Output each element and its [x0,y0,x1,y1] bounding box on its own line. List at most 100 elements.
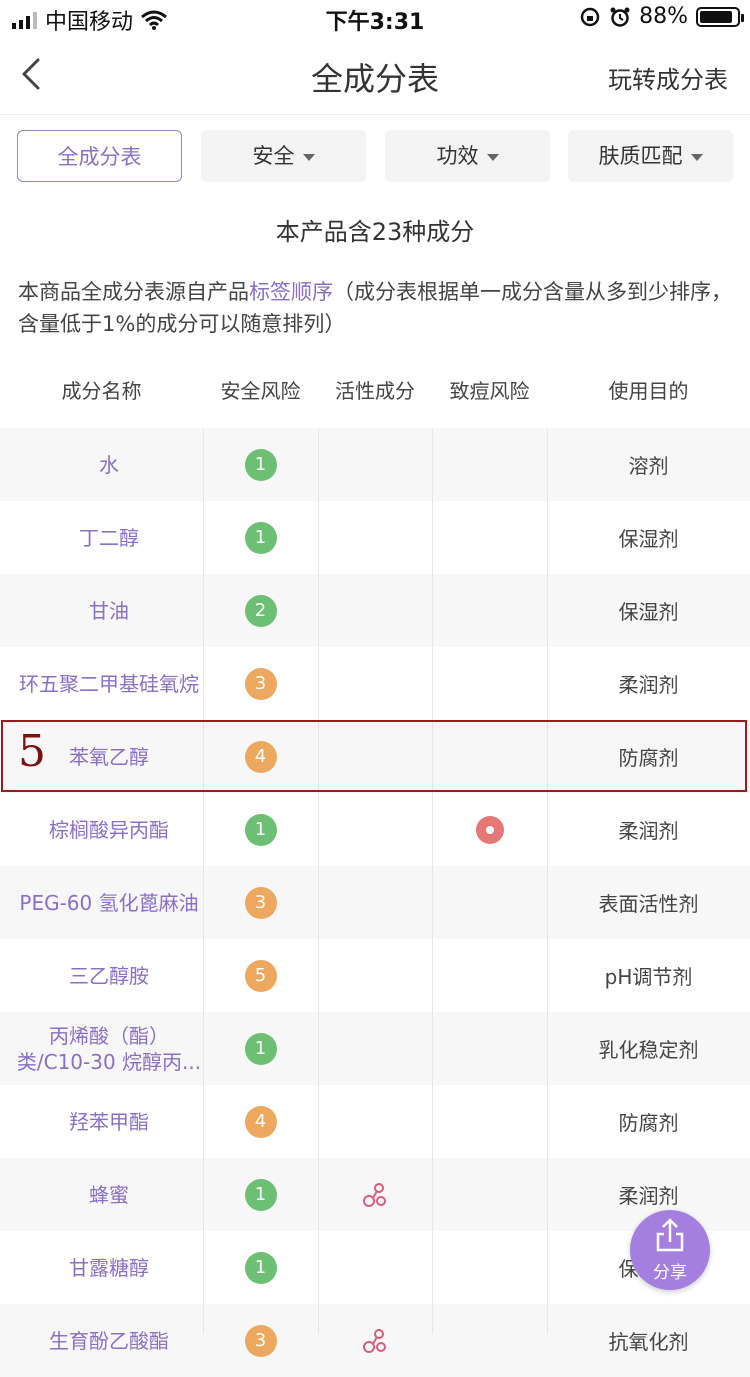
column-divider [318,428,319,1334]
safety-score-badge: 5 [244,959,277,992]
ingredient-name[interactable]: 环五聚二甲基硅氧烷 [0,647,218,720]
header-purpose: 使用目的 [608,379,689,403]
safety-cell: 3 [203,866,318,939]
safety-cell: 3 [203,1304,318,1377]
ingredient-name[interactable]: 甘油 [0,574,218,647]
status-bar: 中国移动 下午3:31 88% [0,0,750,36]
share-button[interactable]: 分享 [630,1210,710,1290]
safety-score-badge: 3 [244,667,277,700]
guide-link[interactable]: 玩转成分表 [608,60,728,95]
active-cell [318,574,432,647]
active-cell [318,1012,432,1085]
dropdown-efficacy[interactable]: 功效 [385,130,550,182]
battery-percent: 88% [639,4,688,29]
purpose-cell: 防腐剂 [618,1111,679,1135]
table-header: 成分名称 安全风险 活性成分 致痘风险 使用目的 [0,358,750,424]
header-safety: 安全风险 [220,379,301,403]
active-cell [318,647,432,720]
table-row[interactable]: 棕榈酸异丙酯 1 柔润剂 [0,793,750,866]
dropdown-safety[interactable]: 安全 [201,130,366,182]
table-row[interactable]: 苯氧乙醇 4 防腐剂 [0,720,750,793]
table-row[interactable]: 生育酚乙酸酯 3 抗氧化剂 [0,1304,750,1377]
active-cell [318,866,432,939]
dropdown-skin-type[interactable]: 肤质匹配 [568,130,733,182]
caret-down-icon [486,153,499,161]
active-cell [318,501,432,574]
safety-score-badge: 1 [244,448,277,481]
table-row[interactable]: PEG-60 氢化蓖麻油 3 表面活性剂 [0,866,750,939]
ingredient-name[interactable]: 生育酚乙酸酯 [0,1304,218,1377]
acne-cell [432,793,547,866]
active-cell [318,1304,432,1377]
purpose-cell: 乳化稳定剂 [598,1038,699,1062]
safety-cell: 1 [203,501,318,574]
acne-cell [432,1231,547,1304]
acne-cell [432,647,547,720]
safety-score-badge: 3 [244,1324,277,1357]
safety-score-badge: 3 [244,886,277,919]
purpose-cell: 溶剂 [628,454,669,478]
active-cell [318,939,432,1012]
acne-cell [432,866,547,939]
share-label: 分享 [653,1263,687,1283]
battery-fill [700,10,732,23]
safety-cell: 1 [203,1158,318,1231]
ingredient-name[interactable]: PEG-60 氢化蓖麻油 [0,866,218,939]
header-name: 成分名称 [61,379,142,403]
safety-cell: 4 [203,720,318,793]
tab-full-list-label: 全成分表 [57,145,142,169]
source-note: 本商品全成分表源自产品标签顺序（成分表根据单一成分含量从多到少排序，含量低于1%… [18,276,732,340]
highlight-index: 5 [18,726,46,777]
column-divider [432,428,433,1334]
rotation-lock-icon [580,7,600,26]
safety-score-badge: 4 [244,1105,277,1138]
table-row[interactable]: 羟苯甲酯 4 防腐剂 [0,1085,750,1158]
ingredient-name[interactable]: 甘露糖醇 [0,1231,218,1304]
active-ingredient-icon [363,1328,386,1353]
table-row[interactable]: 甘油 2 保湿剂 [0,574,750,647]
share-icon [656,1218,684,1252]
acne-cell [432,1158,547,1231]
active-cell [318,1085,432,1158]
acne-cell [432,574,547,647]
safety-score-badge: 1 [244,1251,277,1284]
dropdown-skin-type-label: 肤质匹配 [598,144,683,168]
purpose-cell: 保湿剂 [618,600,679,624]
tab-full-list[interactable]: 全成分表 [17,130,182,182]
dropdown-efficacy-label: 功效 [436,144,479,168]
ingredient-name[interactable]: 丙烯酸（酯）类/C10-30 烷醇丙... [0,1012,218,1085]
filter-bar: 全成分表 安全 功效 肤质匹配 [0,130,750,184]
table-row[interactable]: 环五聚二甲基硅氧烷 3 柔润剂 [0,647,750,720]
acne-cell [432,939,547,1012]
active-cell [318,428,432,501]
column-divider [203,428,204,1334]
header-active: 活性成分 [335,379,415,403]
dropdown-safety-label: 安全 [252,144,295,168]
label-order-link[interactable]: 标签顺序 [249,280,333,304]
note-prefix: 本商品全成分表源自产品 [18,280,249,304]
safety-cell: 1 [203,793,318,866]
table-row[interactable]: 水 1 溶剂 [0,428,750,501]
table-row[interactable]: 丁二醇 1 保湿剂 [0,501,750,574]
ingredient-name[interactable]: 羟苯甲酯 [0,1085,218,1158]
safety-cell: 3 [203,647,318,720]
purpose-cell: 柔润剂 [618,819,679,843]
active-cell [318,720,432,793]
purpose-cell: 防腐剂 [618,746,679,770]
ingredient-name[interactable]: 丁二醇 [0,501,218,574]
purpose-cell: pH调节剂 [604,965,693,989]
ingredient-name[interactable]: 蜂蜜 [0,1158,218,1231]
ingredient-name[interactable]: 水 [0,428,218,501]
ingredient-name[interactable]: 三乙醇胺 [0,939,218,1012]
table-row[interactable]: 丙烯酸（酯）类/C10-30 烷醇丙... 1 乳化稳定剂 [0,1012,750,1085]
table-row[interactable]: 三乙醇胺 5 pH调节剂 [0,939,750,1012]
ingredient-name[interactable]: 棕榈酸异丙酯 [0,793,218,866]
acne-cell [432,501,547,574]
acne-cell [432,1085,547,1158]
acne-cell [432,720,547,793]
safety-score-badge: 1 [244,813,277,846]
safety-cell: 1 [203,428,318,501]
purpose-cell: 抗氧化剂 [608,1330,689,1354]
nav-bar: 全成分表 玩转成分表 [0,36,750,115]
safety-score-badge: 2 [244,594,277,627]
